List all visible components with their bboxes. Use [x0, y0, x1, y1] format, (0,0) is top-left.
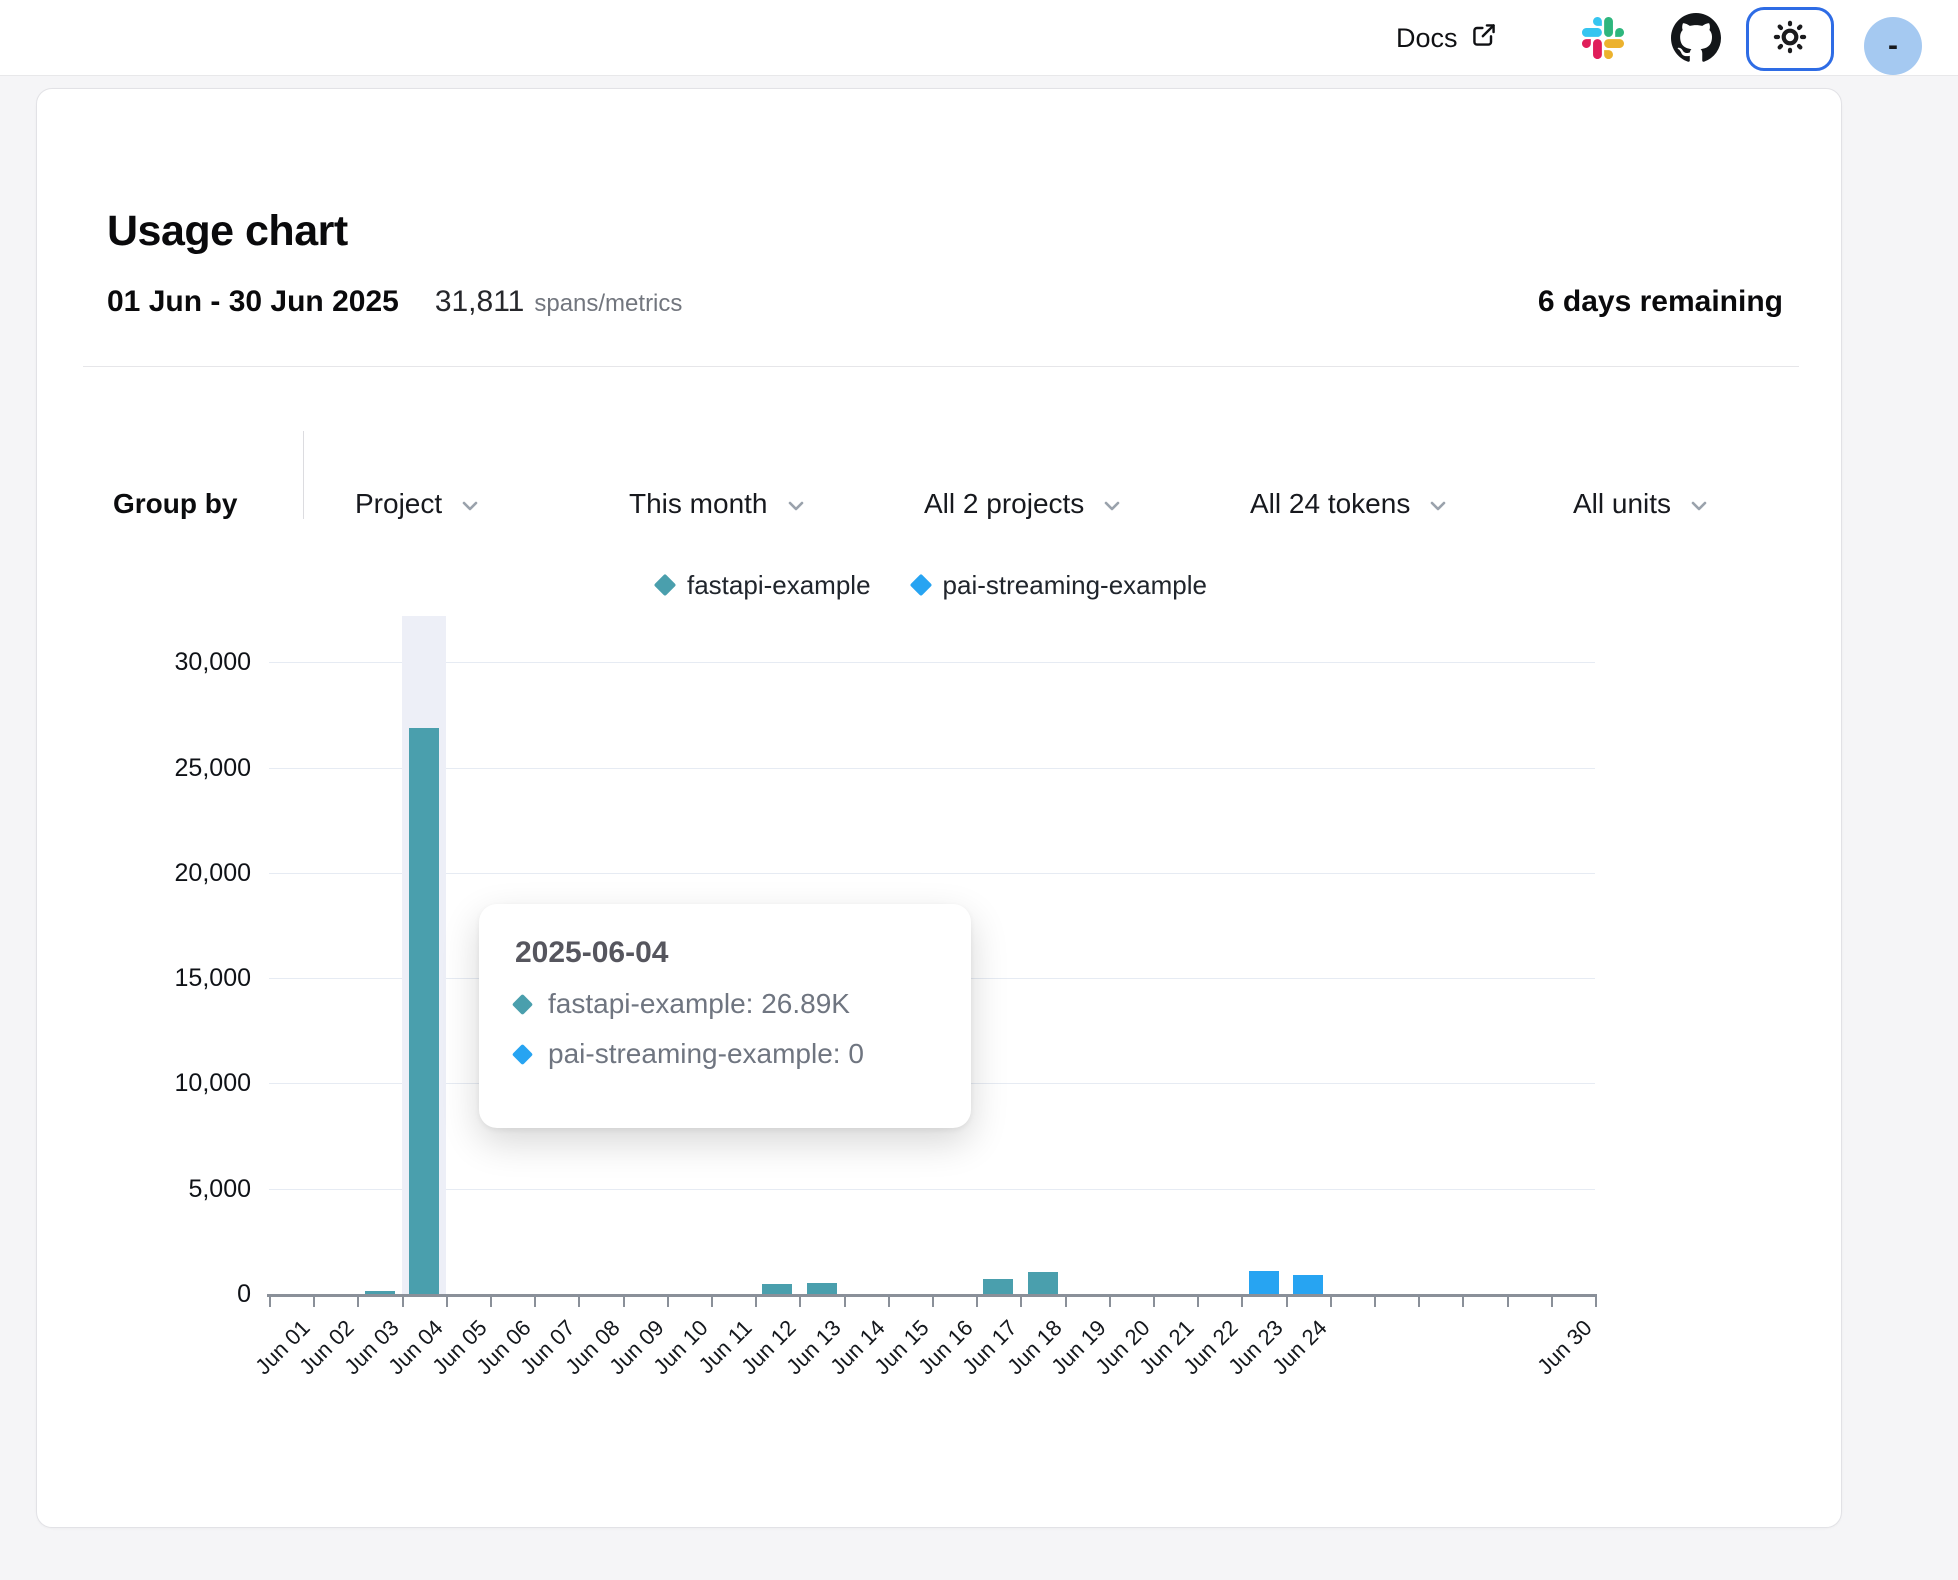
y-axis-tick-label: 30,000	[101, 647, 251, 677]
y-axis-tick-label: 10,000	[101, 1068, 251, 1098]
x-axis-tick	[1153, 1297, 1155, 1307]
x-axis-tick	[1551, 1297, 1553, 1307]
x-axis-tick	[534, 1297, 536, 1307]
x-axis-tick	[446, 1297, 448, 1307]
user-avatar[interactable]: -	[1864, 17, 1922, 75]
docs-link-label: Docs	[1396, 23, 1458, 54]
y-axis-tick-label: 20,000	[101, 858, 251, 888]
x-axis-tick	[490, 1297, 492, 1307]
bar-fastapi-example-jun-17[interactable]	[983, 1279, 1013, 1294]
x-axis-tick	[1020, 1297, 1022, 1307]
x-axis-tick	[755, 1297, 757, 1307]
y-axis-tick-label: 15,000	[101, 963, 251, 993]
bar-fastapi-example-jun-12[interactable]	[762, 1284, 792, 1295]
tooltip-row: fastapi-example: 26.89K	[515, 988, 935, 1020]
y-axis-tick-label: 25,000	[101, 753, 251, 783]
bar-pai-streaming-example-jun-23[interactable]	[1249, 1271, 1279, 1294]
x-axis-tick	[667, 1297, 669, 1307]
docs-link[interactable]: Docs	[1396, 0, 1498, 76]
tooltip-row-text: pai-streaming-example: 0	[548, 1038, 864, 1070]
usage-chart-card: Usage chart 01 Jun - 30 Jun 2025 31,811 …	[36, 88, 1842, 1528]
x-axis-tick	[1286, 1297, 1288, 1307]
x-axis-tick-label: Jun 30	[1501, 1315, 1597, 1411]
bar-pai-streaming-example-jun-24[interactable]	[1293, 1275, 1323, 1294]
chart-tooltip: 2025-06-04 fastapi-example: 26.89K pai-s…	[479, 904, 971, 1128]
x-axis-tick	[888, 1297, 890, 1307]
bar-fastapi-example-jun-18[interactable]	[1028, 1272, 1058, 1294]
theme-toggle-button[interactable]	[1746, 7, 1834, 71]
y-axis-tick-label: 5,000	[101, 1174, 251, 1204]
x-axis-tick	[1197, 1297, 1199, 1307]
tooltip-date: 2025-06-04	[515, 936, 935, 970]
x-axis-tick	[1065, 1297, 1067, 1307]
tooltip-row: pai-streaming-example: 0	[515, 1038, 935, 1070]
avatar-label: -	[1888, 29, 1898, 63]
x-axis-tick	[1241, 1297, 1243, 1307]
y-axis-tick-label: 0	[101, 1279, 251, 1309]
x-axis-tick	[1374, 1297, 1376, 1307]
x-axis-tick	[578, 1297, 580, 1307]
top-bar: Docs	[0, 0, 1958, 76]
x-axis-tick	[1507, 1297, 1509, 1307]
x-axis-tick	[844, 1297, 846, 1307]
usage-bar-chart: 0 5,000 10,000 15,000 20,000 25,000 30,000 Jun …	[37, 89, 1843, 1529]
x-axis-tick	[1109, 1297, 1111, 1307]
y-gridline	[269, 1189, 1595, 1190]
x-axis-tick	[623, 1297, 625, 1307]
bar-fastapi-example-jun-13[interactable]	[807, 1283, 837, 1294]
x-axis-tick	[711, 1297, 713, 1307]
bar-fastapi-example-jun-04[interactable]	[409, 728, 439, 1294]
tooltip-row-text: fastapi-example: 26.89K	[548, 988, 850, 1020]
sun-icon	[1772, 19, 1808, 60]
x-axis-tick	[313, 1297, 315, 1307]
series-marker-icon	[512, 1043, 533, 1064]
y-gridline	[269, 873, 1595, 874]
series-marker-icon	[512, 993, 533, 1014]
slack-icon[interactable]	[1580, 0, 1626, 76]
x-axis-tick	[976, 1297, 978, 1307]
x-axis-tick	[1462, 1297, 1464, 1307]
x-axis-tick	[1418, 1297, 1420, 1307]
github-icon[interactable]	[1668, 0, 1724, 76]
x-axis-tick	[932, 1297, 934, 1307]
x-axis-tick	[269, 1297, 271, 1307]
x-axis-tick	[402, 1297, 404, 1307]
x-axis-tick	[357, 1297, 359, 1307]
y-gridline	[269, 662, 1595, 663]
x-axis-tick	[799, 1297, 801, 1307]
x-axis-tick	[1330, 1297, 1332, 1307]
y-gridline	[269, 768, 1595, 769]
x-axis-tick	[1595, 1297, 1597, 1307]
external-link-icon	[1470, 21, 1498, 56]
usage-dashboard: Docs	[0, 0, 1958, 1580]
